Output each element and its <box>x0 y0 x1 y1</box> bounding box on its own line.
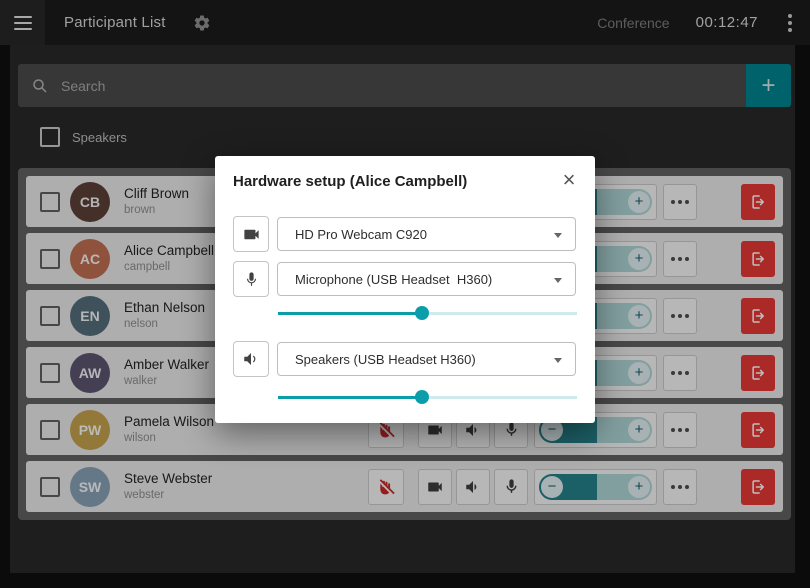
slider-thumb[interactable] <box>415 390 429 404</box>
speaker-device-select[interactable]: Speakers (USB Headset H360) <box>277 342 576 376</box>
hardware-setup-dialog: Hardware setup (Alice Campbell) × HD Pro… <box>215 156 595 423</box>
speaker-volume-slider[interactable] <box>278 390 577 404</box>
mic-volume-slider[interactable] <box>278 306 577 320</box>
chevron-down-icon <box>554 233 562 238</box>
speaker-icon <box>242 350 260 368</box>
close-button[interactable]: × <box>557 168 581 192</box>
mic-device-button[interactable] <box>233 261 269 297</box>
speaker-device-value: Speakers (USB Headset H360) <box>295 352 476 367</box>
chevron-down-icon <box>554 278 562 283</box>
camera-device-value: HD Pro Webcam C920 <box>295 227 427 242</box>
mic-device-select[interactable]: Microphone (USB Headset H360) <box>277 262 576 296</box>
camera-device-select[interactable]: HD Pro Webcam C920 <box>277 217 576 251</box>
close-icon: × <box>563 169 576 191</box>
speaker-device-button[interactable] <box>233 341 269 377</box>
mic-icon <box>243 271 260 288</box>
dialog-title: Hardware setup (Alice Campbell) <box>233 173 467 190</box>
slider-thumb[interactable] <box>415 306 429 320</box>
mic-device-value: Microphone (USB Headset H360) <box>295 272 492 287</box>
camera-icon <box>242 225 261 244</box>
camera-device-button[interactable] <box>233 216 269 252</box>
chevron-down-icon <box>554 358 562 363</box>
